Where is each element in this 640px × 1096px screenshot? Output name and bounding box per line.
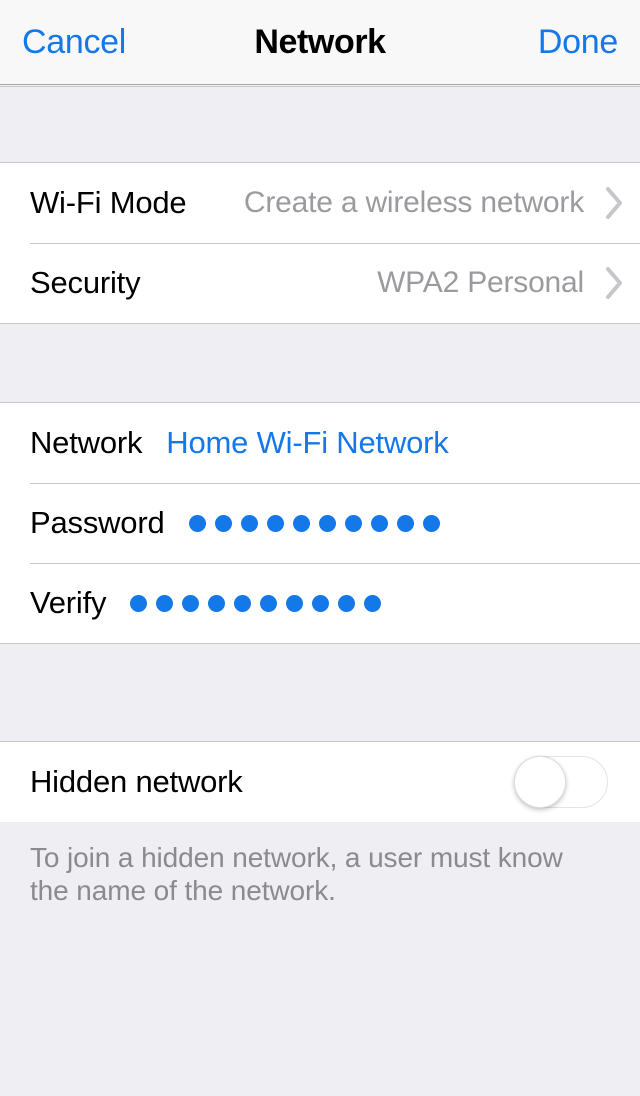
password-dot (182, 594, 200, 612)
row-value-security: WPA2 Personal (377, 266, 584, 299)
row-hidden-network[interactable]: Hidden network (0, 742, 640, 822)
row-label-hidden-network: Hidden network (30, 764, 243, 799)
password-dot (318, 514, 336, 532)
password-dot (370, 514, 388, 532)
section-gap-2 (0, 643, 640, 742)
chevron-right-icon (604, 183, 626, 223)
row-label-password: Password (30, 505, 165, 540)
section-hidden-network: Hidden network (0, 742, 640, 822)
password-dot (312, 594, 330, 612)
password-dot (188, 514, 206, 532)
done-button[interactable]: Done (538, 25, 618, 59)
cancel-button[interactable]: Cancel (22, 25, 126, 59)
section-wireless-configuration: Wi-Fi Mode Create a wireless network Sec… (0, 163, 640, 323)
navigation-bar: Cancel Network Done (0, 0, 640, 85)
hidden-network-toggle[interactable] (514, 756, 608, 808)
network-name-input[interactable]: Home Wi-Fi Network (142, 425, 449, 461)
password-dot (214, 514, 232, 532)
row-network-name[interactable]: Network Home Wi-Fi Network (0, 403, 640, 483)
row-security[interactable]: Security WPA2 Personal (0, 243, 640, 323)
password-dot (344, 514, 362, 532)
row-verify[interactable]: Verify (0, 563, 640, 643)
password-dot (292, 514, 310, 532)
password-dot (130, 594, 148, 612)
password-input[interactable] (188, 514, 440, 532)
section-gap-1 (0, 323, 640, 403)
chevron-right-icon (604, 263, 626, 303)
verify-password-input[interactable] (130, 594, 382, 612)
row-wifi-mode[interactable]: Wi-Fi Mode Create a wireless network (0, 163, 640, 243)
row-password[interactable]: Password (0, 483, 640, 563)
password-dot (422, 514, 440, 532)
password-dot (396, 514, 414, 532)
password-dot (156, 594, 174, 612)
password-dot (208, 594, 226, 612)
section-network-credentials: Network Home Wi-Fi Network Password Veri… (0, 403, 640, 643)
hidden-network-footer-note: To join a hidden network, a user must kn… (30, 842, 563, 907)
section-gap-top (0, 86, 640, 163)
row-value-wifi-mode: Create a wireless network (243, 186, 584, 219)
password-dot (266, 514, 284, 532)
password-dot (234, 594, 252, 612)
password-dot (260, 594, 278, 612)
password-dot (240, 514, 258, 532)
row-label-security: Security (30, 265, 141, 300)
toggle-knob (514, 756, 566, 808)
password-dot (286, 594, 304, 612)
row-label-verify: Verify (30, 585, 107, 620)
row-label-network: Network (30, 425, 143, 460)
password-dot (364, 594, 382, 612)
row-label-wifi-mode: Wi-Fi Mode (30, 185, 187, 220)
password-dot (338, 594, 356, 612)
network-settings-screen: Cancel Network Done Wi-Fi Mode Create a … (0, 0, 640, 1096)
